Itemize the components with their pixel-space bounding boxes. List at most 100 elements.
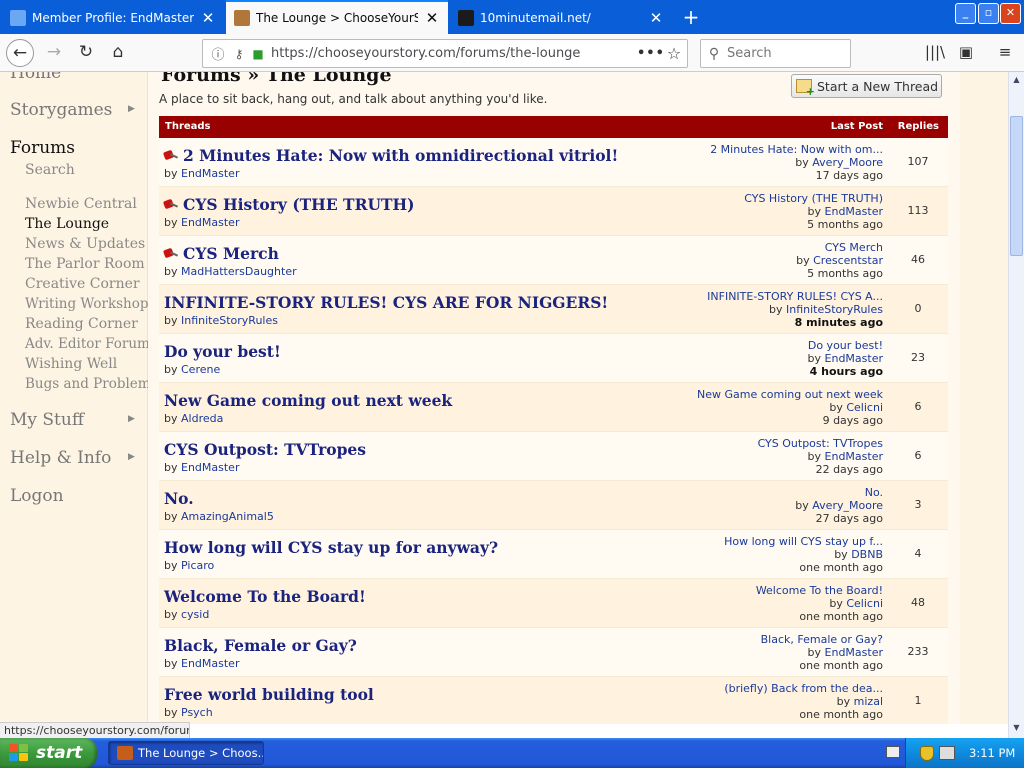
thread-title-link[interactable]: INFINITE-STORY RULES! CYS ARE FOR NIGGER…: [164, 293, 608, 312]
nav-logon[interactable]: Logon: [10, 486, 64, 506]
last-post-link[interactable]: New Game coming out next week: [697, 388, 883, 401]
nav-bugs-problems[interactable]: Bugs and Problems: [25, 376, 158, 392]
last-post-link[interactable]: CYS Merch: [796, 241, 883, 254]
last-post-user-link[interactable]: mizal: [854, 695, 883, 708]
url-bar[interactable]: ⓘ ⚷ ■ https://chooseyourstory.com/forums…: [202, 39, 688, 68]
tab-member-profile[interactable]: Member Profile: EndMaster - Infini ✕: [2, 2, 224, 34]
start-new-thread-button[interactable]: + Start a New Thread: [791, 74, 942, 98]
last-post-link[interactable]: How long will CYS stay up f...: [724, 535, 883, 548]
tab-close-icon[interactable]: ✕: [424, 9, 440, 27]
thread-author-link[interactable]: InfiniteStoryRules: [181, 314, 278, 327]
taskbar-item-firefox[interactable]: The Lounge > Choos...: [108, 741, 264, 765]
scroll-down-arrow-icon[interactable]: ▼: [1009, 720, 1024, 736]
last-post-user-link[interactable]: Avery_Moore: [812, 156, 883, 169]
nav-help-info[interactable]: Help & Info: [10, 448, 111, 468]
thread-title-link[interactable]: Black, Female or Gay?: [164, 636, 357, 655]
nav-forum-search[interactable]: Search: [25, 162, 75, 178]
tab-the-lounge[interactable]: The Lounge > ChooseYourStory.c ✕: [226, 0, 448, 34]
last-post-user-link[interactable]: Crescentstar: [813, 254, 883, 267]
thread-author-link[interactable]: Psych: [181, 706, 213, 719]
thread-author-link[interactable]: EndMaster: [181, 461, 239, 474]
nav-writing-workshop[interactable]: Writing Workshop: [25, 296, 149, 312]
thread-title-link[interactable]: No.: [164, 489, 194, 508]
page-scrollbar[interactable]: ▲ ▼: [1008, 72, 1024, 738]
thread-title-link[interactable]: How long will CYS stay up for anyway?: [164, 538, 498, 557]
nav-parlor-room[interactable]: The Parlor Room: [25, 256, 145, 272]
close-window-button[interactable]: ✕: [1000, 3, 1021, 24]
last-post-link[interactable]: CYS History (THE TRUTH): [744, 192, 883, 205]
thread-title-link[interactable]: CYS History (THE TRUTH): [183, 195, 415, 214]
thread-title-link[interactable]: 2 Minutes Hate: Now with omnidirectional…: [183, 146, 618, 165]
home-button[interactable]: ⌂: [104, 39, 132, 67]
new-tab-button[interactable]: +: [678, 3, 704, 31]
tab-close-icon[interactable]: ✕: [200, 9, 216, 27]
last-post-user-link[interactable]: Celicni: [846, 401, 883, 414]
last-post-user-link[interactable]: EndMaster: [825, 646, 883, 659]
nav-my-stuff[interactable]: My Stuff: [10, 410, 84, 430]
thread-author-link[interactable]: cysid: [181, 608, 209, 621]
thread-author-link[interactable]: Cerene: [181, 363, 220, 376]
nav-adv-editor-forum[interactable]: Adv. Editor Forum: [25, 336, 150, 352]
nav-forums[interactable]: Forums: [10, 138, 75, 158]
thread-author-link[interactable]: EndMaster: [181, 216, 239, 229]
last-post-link[interactable]: INFINITE-STORY RULES! CYS A...: [707, 290, 883, 303]
tab-close-icon[interactable]: ✕: [648, 9, 664, 27]
search-bar[interactable]: ⚲: [700, 39, 851, 68]
last-post-link[interactable]: (briefly) Back from the dea...: [724, 682, 883, 695]
thread-title-link[interactable]: Welcome To the Board!: [164, 587, 366, 606]
nav-wishing-well[interactable]: Wishing Well: [25, 356, 117, 372]
security-shield-icon[interactable]: [920, 745, 934, 761]
scroll-up-arrow-icon[interactable]: ▲: [1009, 72, 1024, 88]
nav-the-lounge[interactable]: The Lounge: [25, 216, 109, 232]
thread-title-link[interactable]: CYS Merch: [183, 244, 279, 263]
last-post-link[interactable]: 2 Minutes Hate: Now with om...: [710, 143, 883, 156]
forward-button[interactable]: →: [40, 39, 68, 67]
hamburger-menu-icon[interactable]: ≡: [994, 43, 1016, 63]
library-icon[interactable]: |||\: [924, 43, 946, 63]
nav-newbie-central[interactable]: Newbie Central: [25, 196, 137, 212]
sidebar-icon[interactable]: ▣: [955, 43, 977, 63]
thread-author-link[interactable]: Picaro: [181, 559, 214, 572]
back-button[interactable]: ←: [6, 39, 34, 67]
key-icon[interactable]: ⚷: [229, 47, 249, 61]
bookmark-star-icon[interactable]: ☆: [661, 44, 687, 63]
thread-author-link[interactable]: Aldreda: [181, 412, 223, 425]
thread-title-link[interactable]: Do your best!: [164, 342, 281, 361]
last-post-link[interactable]: Black, Female or Gay?: [761, 633, 883, 646]
last-post-user-link[interactable]: EndMaster: [825, 205, 883, 218]
start-button[interactable]: start: [0, 738, 97, 768]
keyboard-icon[interactable]: [886, 746, 900, 758]
lock-icon[interactable]: ■: [249, 47, 267, 61]
reload-button[interactable]: ↻: [72, 39, 100, 67]
nav-reading-corner[interactable]: Reading Corner: [25, 316, 138, 332]
thread-author-link[interactable]: MadHattersDaughter: [181, 265, 297, 278]
last-post-user-link[interactable]: Avery_Moore: [812, 499, 883, 512]
nav-news-updates[interactable]: News & Updates: [25, 236, 145, 252]
last-post-link[interactable]: No.: [795, 486, 883, 499]
thread-title-link[interactable]: New Game coming out next week: [164, 391, 452, 410]
last-post-user-link[interactable]: EndMaster: [825, 450, 883, 463]
nav-storygames[interactable]: Storygames: [10, 100, 112, 120]
thread-title-link[interactable]: CYS Outpost: TVTropes: [164, 440, 366, 459]
last-post-user-link[interactable]: Celicni: [846, 597, 883, 610]
thread-author-link[interactable]: EndMaster: [181, 657, 239, 670]
nav-home[interactable]: Home: [10, 72, 61, 83]
page-actions-icon[interactable]: •••: [637, 46, 664, 61]
url-text[interactable]: https://chooseyourstory.com/forums/the-l…: [267, 46, 637, 61]
last-post-link[interactable]: Welcome To the Board!: [756, 584, 883, 597]
scroll-thumb[interactable]: [1010, 116, 1023, 256]
last-post-user-link[interactable]: InfiniteStoryRules: [786, 303, 883, 316]
last-post-link[interactable]: Do your best!: [808, 339, 883, 352]
minimize-button[interactable]: _: [955, 3, 976, 24]
network-icon[interactable]: [939, 746, 955, 760]
search-input[interactable]: [727, 46, 842, 61]
thread-title-link[interactable]: Free world building tool: [164, 685, 374, 704]
tab-10minutemail[interactable]: 10minutemail.net/ ✕: [450, 2, 672, 34]
site-info-icon[interactable]: ⓘ: [207, 44, 229, 63]
thread-author-link[interactable]: EndMaster: [181, 167, 239, 180]
last-post-user-link[interactable]: EndMaster: [825, 352, 883, 365]
last-post-link[interactable]: CYS Outpost: TVTropes: [758, 437, 883, 450]
last-post-user-link[interactable]: DBNB: [851, 548, 883, 561]
maximize-button[interactable]: ▫: [978, 3, 999, 24]
nav-creative-corner[interactable]: Creative Corner: [25, 276, 140, 292]
